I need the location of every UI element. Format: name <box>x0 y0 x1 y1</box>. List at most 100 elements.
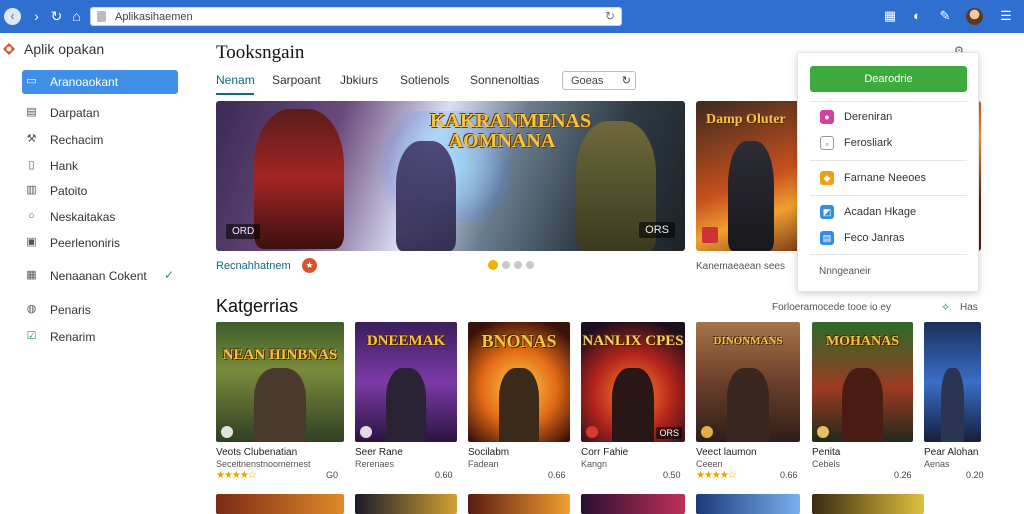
game-figure <box>254 367 306 442</box>
menu-item-label: Dereniran <box>844 111 893 123</box>
app-title: Aplik opakan <box>3 41 105 57</box>
sidebar-item-label: Patoito <box>50 184 88 198</box>
app-title-label: Aplik opakan <box>24 41 105 57</box>
game-card-row2[interactable] <box>581 494 685 514</box>
refresh-icon[interactable]: ↻ <box>48 8 65 25</box>
game-thumbnail: DINONMANS <box>696 322 800 442</box>
carousel-dot[interactable] <box>502 261 510 269</box>
menu-footer[interactable]: Nnngeaneir <box>819 266 871 277</box>
sidebar-item-7[interactable]: ▦ Nenaanan Cokent ✓ <box>22 264 178 288</box>
featured-label[interactable]: Recnahhatnem <box>216 260 291 272</box>
menu-icon[interactable]: ☰ <box>998 8 1014 24</box>
sidebar-item-6[interactable]: ▣ Peerlenoniris <box>22 231 178 255</box>
game-subtitle: Fadean <box>468 459 499 469</box>
categories-link[interactable]: Forloeramocede tooe io ey <box>772 302 891 313</box>
game-badge-icon <box>360 426 372 438</box>
reload-icon[interactable]: ↻ <box>605 9 615 23</box>
game-price: 0.60 <box>435 470 453 480</box>
hero-badge-right: ORS <box>639 222 675 238</box>
circle-icon: ○ <box>28 210 35 222</box>
game-subtitle: Rerenaes <box>355 459 395 469</box>
tab-1[interactable]: Sarpoant <box>272 73 321 87</box>
sidebar-item-2[interactable]: ⚒ Rechacim <box>22 128 178 152</box>
star-icon: ◆ <box>820 171 834 185</box>
game-thumbnail <box>924 322 981 442</box>
game-thumb-tag: ORS <box>656 427 682 439</box>
sidebar-item-label: Nenaanan Cokent <box>50 269 147 283</box>
sidebar-item-1[interactable]: ▤ Darpatan <box>22 101 178 125</box>
checkbox-icon: ☑ <box>26 330 37 342</box>
sidebar-item-label: Aranoaokant <box>50 75 119 89</box>
hero-banner[interactable]: KAKRANMENAS AOMNANA ORD ORS <box>216 101 685 251</box>
carousel-dot[interactable] <box>514 261 522 269</box>
tab-active-indicator <box>216 93 254 95</box>
game-title: Penita <box>812 447 841 458</box>
game-logo: BNONAS <box>481 331 557 351</box>
avatar[interactable] <box>966 8 983 25</box>
sidebar-item-8[interactable]: ◍ Penaris <box>22 298 178 322</box>
game-subtitle: Kangn <box>581 459 608 469</box>
chart-icon: ▥ <box>26 184 37 196</box>
game-logo: MOHANAS <box>825 334 900 349</box>
browser-toolbar: ‹ › ↻ ⌂ Aplikasihaemen ↻ ▦ ◐ ✎ ☰ <box>0 0 1024 33</box>
game-card-row2[interactable] <box>355 494 457 514</box>
categories-title: Katgerrias <box>216 296 299 316</box>
extensions-icon[interactable]: ▦ <box>882 8 898 24</box>
game-rating: ★★★★☆ <box>216 470 257 481</box>
divider <box>810 195 967 196</box>
game-figure <box>727 367 769 442</box>
secondary-figure <box>728 141 774 251</box>
game-card-row2[interactable] <box>696 494 800 514</box>
hammer-icon: ⚒ <box>26 133 37 145</box>
check-icon: ✓ <box>163 268 174 282</box>
game-card-row2[interactable] <box>812 494 924 514</box>
sidebar-item-label: Penaris <box>50 303 91 317</box>
hero-figure <box>396 141 456 251</box>
sidebar-item-4[interactable]: ▥ Patoito <box>22 179 178 203</box>
sidebar-item-label: Rechacim <box>50 133 104 147</box>
sync-icon[interactable]: ◐ <box>909 8 925 24</box>
game-price: 0.20 <box>966 470 984 480</box>
sidebar-item-label: Renarim <box>50 330 96 344</box>
address-bar[interactable]: Aplikasihaemen ↻ <box>90 7 622 26</box>
sidebar-item-3[interactable]: ▯ Hank <box>22 154 178 178</box>
refresh-icon: ↻ <box>621 75 631 87</box>
categories-more[interactable]: Has <box>960 302 978 313</box>
tab-3[interactable]: Sotienols <box>400 73 449 87</box>
game-subtitle: Ceeen <box>696 459 723 469</box>
filter-select[interactable]: Goeas ↻ <box>562 71 636 90</box>
tab-0[interactable]: Nenam <box>216 73 255 87</box>
game-subtitle: Aenas <box>924 459 950 469</box>
home-icon: ▭ <box>26 75 37 87</box>
game-title: Pear Alohan <box>924 447 979 458</box>
game-figure <box>498 367 540 442</box>
translate-icon[interactable]: ✎ <box>937 8 953 24</box>
tab-4[interactable]: Sonnenoltias <box>470 73 539 87</box>
game-price: 0.50 <box>663 470 681 480</box>
filter-select-label: Goeas <box>571 75 604 87</box>
carousel-dot[interactable] <box>488 260 498 270</box>
game-figure <box>385 367 427 442</box>
sidebar-item-label: Peerlenoniris <box>50 236 121 250</box>
hero-figure <box>254 109 344 249</box>
game-price: 0.66 <box>780 470 798 480</box>
game-price: 0.66 <box>548 470 566 480</box>
game-badge-icon <box>221 426 233 438</box>
game-card-row2[interactable] <box>468 494 570 514</box>
sidebar-item-label: Neskaitakas <box>50 210 116 224</box>
game-thumbnail: NANLIX CPES ORS <box>581 322 685 442</box>
menu-item-label: Ferosliark <box>844 137 893 149</box>
sidebar-item-0[interactable]: ▭ Aranoaokant <box>22 70 178 94</box>
forward-icon[interactable]: › <box>28 8 45 25</box>
back-icon[interactable]: ‹ <box>4 8 21 25</box>
game-subtitle: Seceitnenstnoomernest <box>216 459 311 469</box>
popup-primary-button[interactable]: Dearodrie <box>810 66 967 92</box>
sidebar-item-5[interactable]: ○ Neskaitakas <box>22 205 178 229</box>
game-card-row2[interactable] <box>216 494 344 514</box>
game-subtitle: Cebels <box>812 459 841 469</box>
tab-2[interactable]: Jbkiurs <box>340 73 378 87</box>
carousel-dot[interactable] <box>526 261 534 269</box>
home-icon[interactable]: ⌂ <box>68 8 85 25</box>
sidebar-item-9[interactable]: ☑ Renarim <box>22 325 178 349</box>
game-figure <box>941 367 964 442</box>
